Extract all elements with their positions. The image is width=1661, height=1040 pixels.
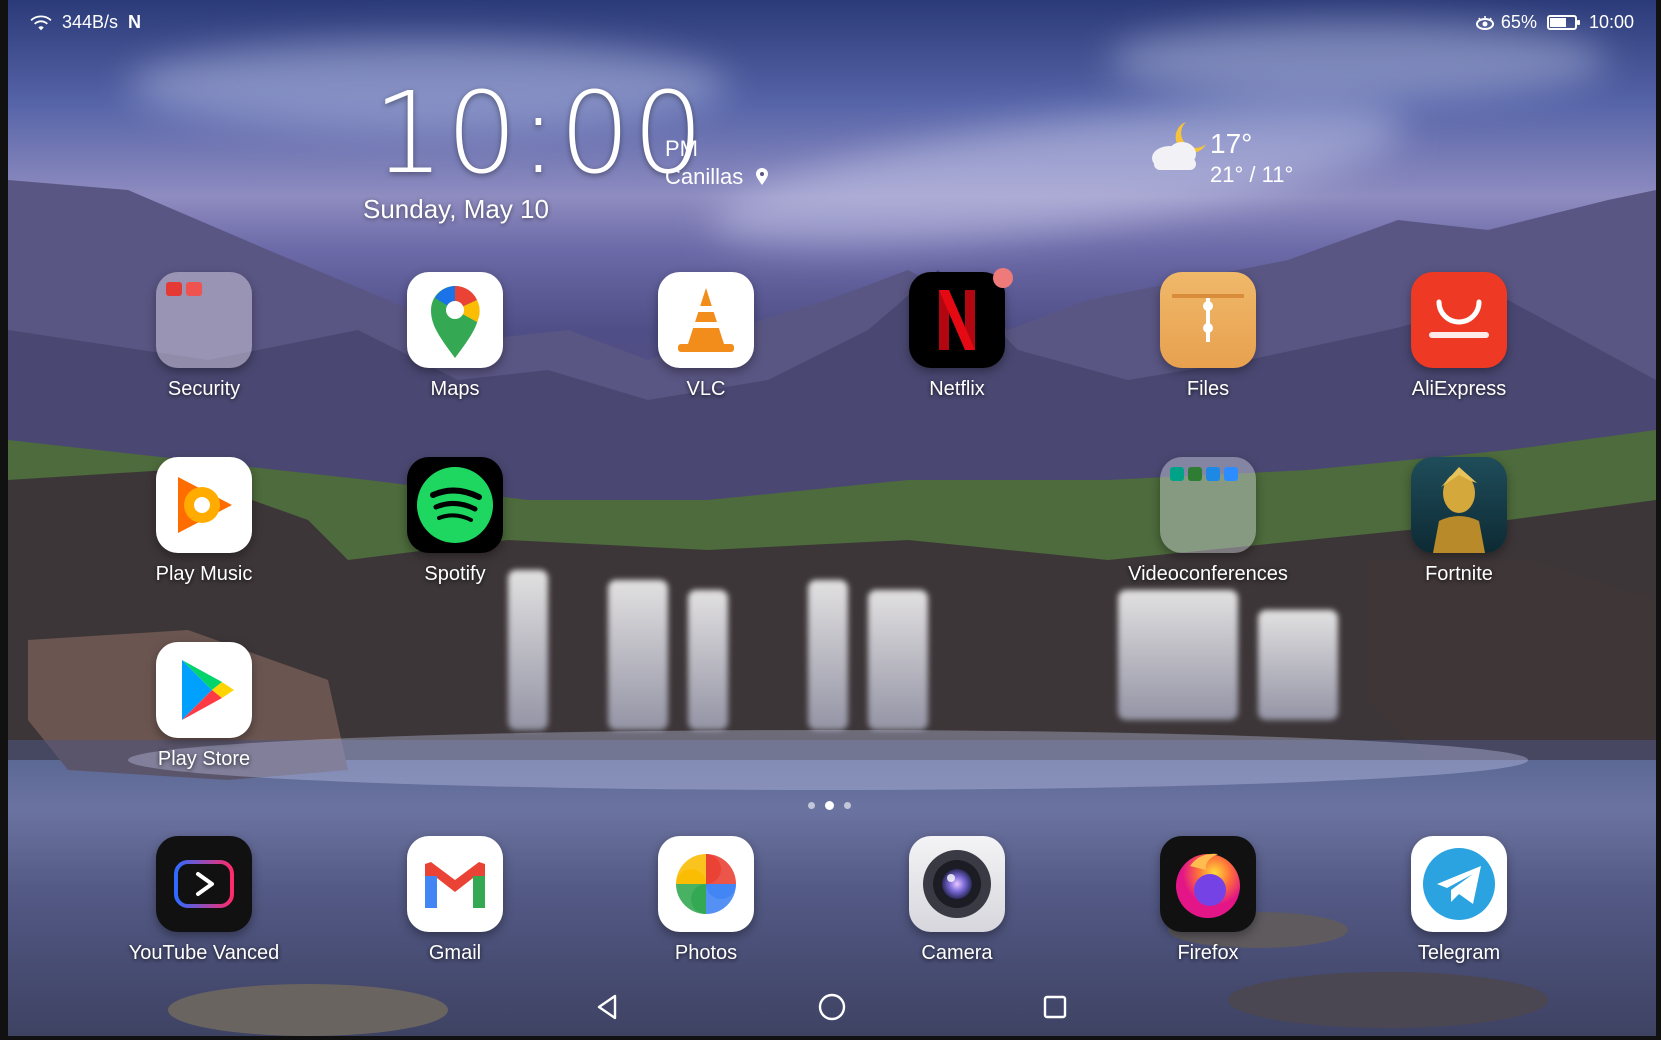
clock-widget[interactable]: 10:00 PM Canillas Sunday, May 10 xyxy=(363,69,769,224)
eye-comfort-icon xyxy=(1475,15,1494,30)
battery-fill xyxy=(1549,18,1566,27)
app-label: Camera xyxy=(921,942,993,964)
app-netflix[interactable]: Netflix xyxy=(867,268,1047,401)
clock-ampm: PM xyxy=(665,136,698,161)
page-dot[interactable] xyxy=(844,802,851,809)
app-label: Photos xyxy=(674,942,738,964)
app-label: Telegram xyxy=(1417,942,1501,964)
dock-camera[interactable]: Camera xyxy=(867,836,1047,965)
page-dot[interactable] xyxy=(808,802,815,809)
status-time: 10:00 xyxy=(1588,12,1634,32)
app-label: YouTube Vanced xyxy=(128,942,280,964)
recents-button[interactable] xyxy=(1038,990,1072,1024)
app-label: AliExpress xyxy=(1411,378,1507,400)
page-indicator[interactable] xyxy=(808,801,851,810)
files-icon xyxy=(1160,272,1256,368)
google-maps-icon xyxy=(407,272,503,368)
page-dot-active[interactable] xyxy=(825,801,834,810)
dock-firefox[interactable]: Firefox xyxy=(1118,836,1298,965)
app-label: Netflix xyxy=(929,378,985,400)
app-label: VLC xyxy=(686,378,726,400)
weather-temperature: 17° xyxy=(1210,128,1253,159)
network-speed: 344B/s xyxy=(62,12,119,32)
dock-youtube-vanced[interactable]: YouTube Vanced xyxy=(114,836,294,965)
app-fortnite[interactable]: Fortnite xyxy=(1369,457,1549,586)
vlc-cone-icon xyxy=(658,272,754,368)
camera-icon xyxy=(909,836,1005,932)
telegram-icon xyxy=(1411,836,1507,932)
home-button[interactable] xyxy=(815,990,849,1024)
app-label: Security xyxy=(167,378,241,400)
clock-location: Canillas xyxy=(665,164,769,190)
battery-percent: 65% xyxy=(1500,12,1537,32)
security-folder-icon xyxy=(156,272,252,368)
netflix-icon xyxy=(909,272,1005,368)
app-videoconferences-folder[interactable]: Videoconferences xyxy=(1118,457,1298,586)
wifi-icon xyxy=(30,15,52,30)
home-screen: 344B/s N 65% 10:00 10:00 PM Canillas Sun… xyxy=(8,0,1656,1036)
app-label: Maps xyxy=(430,378,480,400)
app-label: Fortnite xyxy=(1425,563,1493,585)
status-bar: 344B/s N 65% 10:00 xyxy=(8,12,1656,40)
app-label: Files xyxy=(1186,378,1230,400)
app-label: Firefox xyxy=(1177,942,1239,964)
spotify-icon xyxy=(407,457,503,553)
app-maps[interactable]: Maps xyxy=(365,272,545,401)
gmail-icon xyxy=(407,836,503,932)
firefox-icon xyxy=(1160,836,1256,932)
location-pin-icon xyxy=(756,168,769,185)
youtube-vanced-icon xyxy=(156,836,252,932)
fortnite-icon xyxy=(1411,457,1507,553)
dock-photos[interactable]: Photos xyxy=(616,836,796,965)
app-aliexpress[interactable]: AliExpress xyxy=(1369,272,1549,401)
app-play-music[interactable]: Play Music xyxy=(114,457,294,586)
aliexpress-icon xyxy=(1411,272,1507,368)
battery-icon xyxy=(1546,15,1580,30)
play-store-icon xyxy=(156,642,252,738)
google-photos-icon xyxy=(658,836,754,932)
dock-gmail[interactable]: Gmail xyxy=(365,836,545,965)
app-spotify[interactable]: Spotify xyxy=(365,457,545,586)
clock-date: Sunday, May 10 xyxy=(363,194,549,224)
back-button[interactable] xyxy=(591,990,625,1024)
app-vlc[interactable]: VLC xyxy=(616,272,796,401)
app-label: Videoconferences xyxy=(1128,563,1288,585)
nfc-icon: N xyxy=(128,12,142,32)
notification-badge xyxy=(993,268,1013,288)
dock-telegram[interactable]: Telegram xyxy=(1369,836,1549,965)
weather-widget[interactable]: 17° 21° / 11° xyxy=(1148,118,1293,187)
location-label: Canillas xyxy=(665,164,744,189)
play-music-icon xyxy=(156,457,252,553)
app-label: Spotify xyxy=(424,563,486,585)
app-label: Play Store xyxy=(157,748,251,770)
partly-cloudy-night-icon xyxy=(1152,122,1206,170)
clock-time: 10:00 xyxy=(373,69,706,199)
app-security-folder[interactable]: Security xyxy=(114,272,294,401)
videoconferences-folder-icon xyxy=(1160,457,1256,553)
app-label: Play Music xyxy=(155,563,253,585)
app-files[interactable]: Files xyxy=(1118,272,1298,401)
navigation-bar xyxy=(8,990,1656,1024)
app-play-store[interactable]: Play Store xyxy=(114,642,294,771)
weather-range: 21° / 11° xyxy=(1210,162,1294,187)
app-label: Gmail xyxy=(428,942,482,964)
